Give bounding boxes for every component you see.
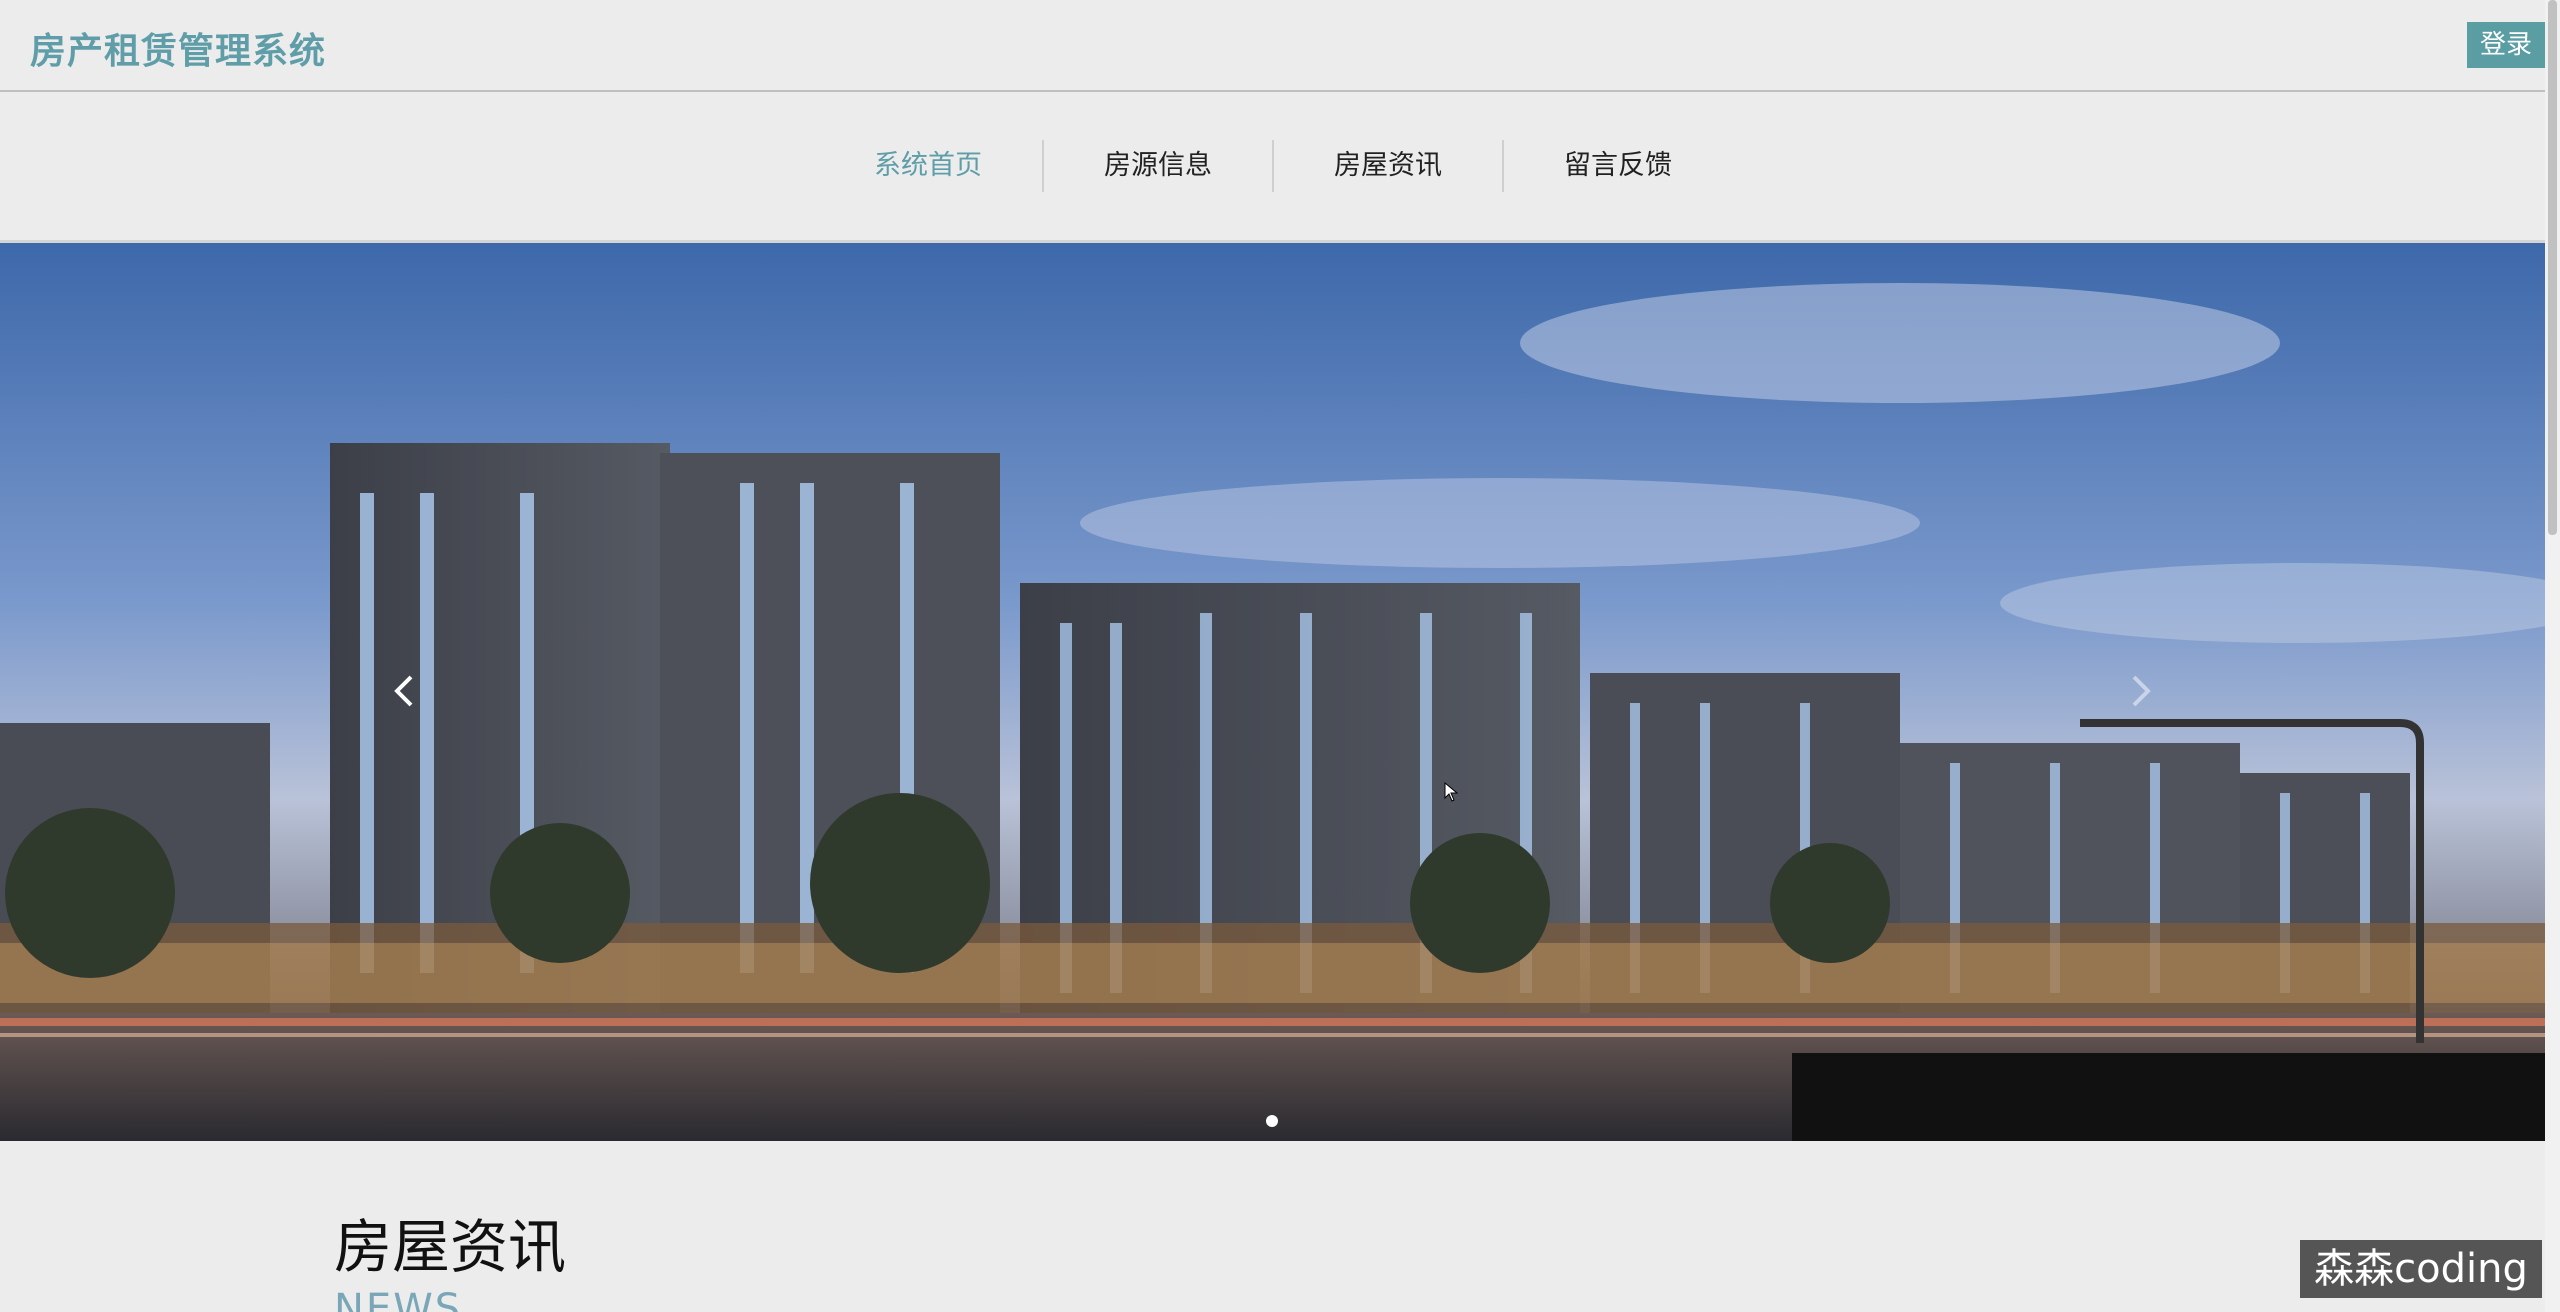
watermark-label: 森森coding	[2300, 1240, 2542, 1298]
banner-image	[0, 243, 2545, 1141]
carousel-prev-icon[interactable]	[385, 671, 425, 711]
page-scrollbar[interactable]	[2545, 0, 2560, 1312]
nav-list: 系统首页 房源信息 房屋资讯 留言反馈	[814, 140, 1732, 192]
main-nav: 系统首页 房源信息 房屋资讯 留言反馈	[0, 92, 2545, 243]
nav-item-listings[interactable]: 房源信息	[1044, 140, 1274, 192]
hero-carousel[interactable]	[0, 243, 2545, 1141]
nav-item-home[interactable]: 系统首页	[814, 140, 1044, 192]
carousel-indicator-dot[interactable]	[1266, 1115, 1278, 1127]
banner-overlay	[1792, 1053, 2545, 1141]
site-brand[interactable]: 房产租赁管理系统	[30, 22, 326, 74]
login-button[interactable]: 登录	[2467, 22, 2545, 68]
nav-item-news[interactable]: 房屋资讯	[1274, 140, 1504, 192]
nav-item-feedback[interactable]: 留言反馈	[1504, 140, 1732, 192]
carousel-next-icon[interactable]	[2120, 671, 2160, 711]
mouse-cursor-icon	[1444, 781, 1459, 806]
scrollbar-thumb[interactable]	[2548, 0, 2557, 535]
news-section-subtitle: NEWS	[334, 1286, 463, 1312]
top-header: 房产租赁管理系统 登录	[0, 0, 2545, 92]
page: 房产租赁管理系统 登录 系统首页 房源信息 房屋资讯 留言反馈 房屋资讯 NEW…	[0, 0, 2560, 1312]
news-section-title: 房屋资讯	[334, 1213, 567, 1281]
